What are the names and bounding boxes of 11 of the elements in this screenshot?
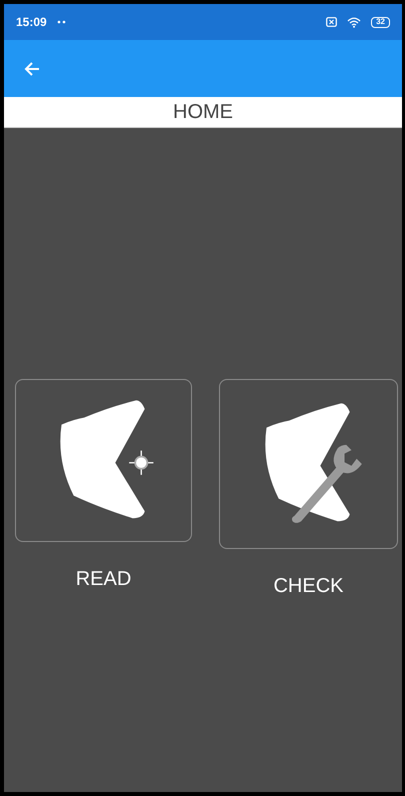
status-time: 15:09 xyxy=(16,14,47,31)
wifi-icon xyxy=(347,16,362,28)
page-title: HOME xyxy=(173,100,233,125)
check-tile-button[interactable] xyxy=(219,379,398,549)
battery-indicator: 32 xyxy=(371,16,390,28)
read-tile-button[interactable] xyxy=(15,379,192,542)
notification-dots-icon xyxy=(56,20,67,24)
back-arrow-icon xyxy=(24,62,40,76)
sim-icon xyxy=(326,17,338,27)
tile-label: CHECK xyxy=(273,574,344,599)
tile-label: READ xyxy=(76,567,132,592)
